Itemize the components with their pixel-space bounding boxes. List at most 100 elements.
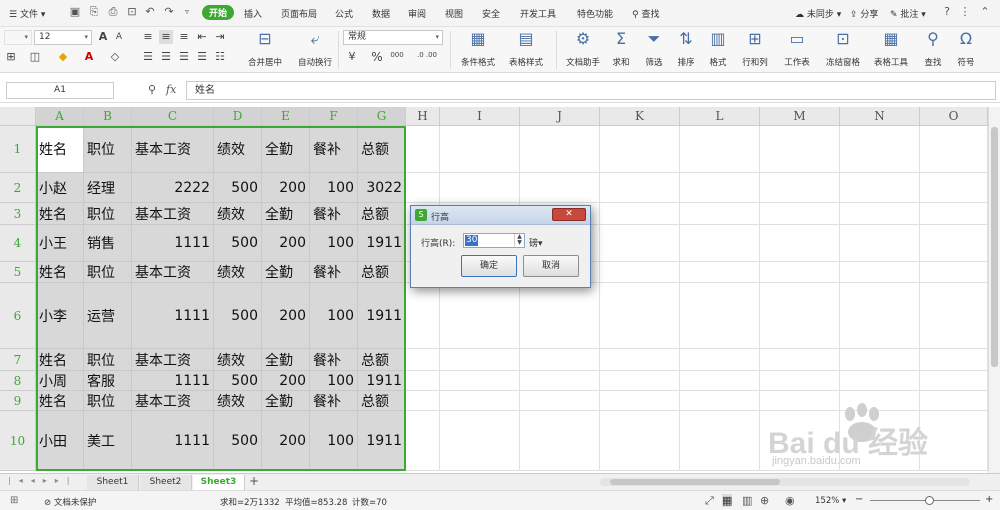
border-icon[interactable]: ⊞ <box>4 50 18 64</box>
column-header-o[interactable]: O <box>920 107 988 126</box>
cell-a7[interactable]: 姓名 <box>36 349 84 371</box>
cell-f7[interactable]: 餐补 <box>310 349 358 371</box>
print-icon[interactable]: ⎙ <box>106 5 120 19</box>
cell-f9[interactable]: 餐补 <box>310 391 358 411</box>
cell-f1[interactable]: 餐补 <box>310 126 358 173</box>
column-header-k[interactable]: K <box>600 107 680 126</box>
cell-c7[interactable]: 基本工资 <box>132 349 214 371</box>
cell-g7[interactable]: 总额 <box>358 349 406 371</box>
ok-button[interactable]: 确定 <box>461 255 517 277</box>
cell-c6[interactable]: 1111 <box>132 283 214 349</box>
cell-c5[interactable]: 基本工资 <box>132 262 214 283</box>
sync-status[interactable]: ☁ 未同步 ▾ <box>795 7 841 20</box>
cell-e5[interactable]: 全勤 <box>262 262 310 283</box>
font-size-select[interactable]: 12 ▾ <box>34 30 92 45</box>
sheet-tab-2[interactable]: Sheet2 <box>140 475 192 490</box>
symbol-button[interactable]: Ω 符号 <box>950 29 982 68</box>
protect-status[interactable]: ⊘ 文档未保护 <box>44 496 96 508</box>
select-all-corner[interactable] <box>0 107 36 126</box>
status-menu-icon[interactable]: ⊞ <box>10 495 18 506</box>
doc-assistant-button[interactable]: ⚙ 文档助手 <box>561 29 605 68</box>
column-header-j[interactable]: J <box>520 107 600 126</box>
comment-button[interactable]: ✎ 批注 ▾ <box>890 7 926 20</box>
sum-button[interactable]: Σ 求和 <box>606 29 636 68</box>
cell-a6[interactable]: 小李 <box>36 283 84 349</box>
cell-b5[interactable]: 职位 <box>84 262 132 283</box>
sheet-nav-arrows-icon[interactable]: |◂◂▸▸| <box>8 476 77 485</box>
column-header-f[interactable]: F <box>310 107 358 126</box>
scroll-thumb[interactable] <box>991 127 998 367</box>
cell-d6[interactable]: 500 <box>214 283 262 349</box>
vertical-scrollbar[interactable] <box>988 107 1000 473</box>
cell-b6[interactable]: 运营 <box>84 283 132 349</box>
cell-g3[interactable]: 总额 <box>358 203 406 225</box>
justify-icon[interactable]: ☰ <box>195 50 209 64</box>
cell-a9[interactable]: 姓名 <box>36 391 84 411</box>
cell-a2[interactable]: 小赵 <box>36 173 84 203</box>
tab-page-layout[interactable]: 页面布局 <box>281 7 317 20</box>
align-middle-icon[interactable]: ≡ <box>159 30 173 44</box>
redo-icon[interactable]: ↷ <box>162 5 176 19</box>
cell-e2[interactable]: 200 <box>262 173 310 203</box>
format-button[interactable]: ▥ 格式 <box>703 29 733 68</box>
zoom-formula-icon[interactable]: ⚲ <box>148 83 156 96</box>
cell-f6[interactable]: 100 <box>310 283 358 349</box>
row-header-4[interactable]: 4 <box>0 225 36 262</box>
cell-b4[interactable]: 销售 <box>84 225 132 262</box>
zoom-in-icon[interactable]: + <box>985 494 993 505</box>
cell-g6[interactable]: 1911 <box>358 283 406 349</box>
tab-view[interactable]: 视图 <box>445 7 463 20</box>
row-header-1[interactable]: 1 <box>0 126 36 173</box>
cell-f3[interactable]: 餐补 <box>310 203 358 225</box>
preview-icon[interactable]: ⊡ <box>125 5 139 19</box>
find-button[interactable]: ⚲ 查找 <box>918 29 948 68</box>
conditional-format-button[interactable]: ▦ 条件格式 <box>455 29 501 68</box>
cancel-button[interactable]: 取消 <box>523 255 579 277</box>
cell-b2[interactable]: 经理 <box>84 173 132 203</box>
close-icon[interactable]: ✕ <box>552 208 586 221</box>
cell-c8[interactable]: 1111 <box>132 371 214 391</box>
file-menu[interactable]: ☰ 文件 ▾ <box>9 7 45 20</box>
cell-g9[interactable]: 总额 <box>358 391 406 411</box>
table-tools-button[interactable]: ▦ 表格工具 <box>868 29 914 68</box>
undo-icon[interactable]: ↶ <box>143 5 157 19</box>
collapse-ribbon-icon[interactable]: ⌃ <box>978 5 992 19</box>
cell-f5[interactable]: 餐补 <box>310 262 358 283</box>
page-layout-view-icon[interactable]: ⊕ <box>760 494 769 507</box>
worksheet-button[interactable]: ▭ 工作表 <box>778 29 816 68</box>
more-icon[interactable]: ⋮ <box>958 5 972 19</box>
row-height-input[interactable]: 30 ▲ ▼ <box>463 233 525 248</box>
cell-b8[interactable]: 客服 <box>84 371 132 391</box>
sort-button[interactable]: ⇅ 排序 <box>671 29 701 68</box>
cell-a5[interactable]: 姓名 <box>36 262 84 283</box>
column-header-i[interactable]: I <box>440 107 520 126</box>
cell-e9[interactable]: 全勤 <box>262 391 310 411</box>
cell-c10[interactable]: 1111 <box>132 411 214 471</box>
cell-e1[interactable]: 全勤 <box>262 126 310 173</box>
sheet-tab-1[interactable]: Sheet1 <box>87 475 139 490</box>
cell-d1[interactable]: 绩效 <box>214 126 262 173</box>
align-top-icon[interactable]: ≡ <box>141 30 155 44</box>
cell-d3[interactable]: 绩效 <box>214 203 262 225</box>
cell-a8[interactable]: 小周 <box>36 371 84 391</box>
align-left-icon[interactable]: ☰ <box>141 50 155 64</box>
cell-b9[interactable]: 职位 <box>84 391 132 411</box>
column-header-c[interactable]: C <box>132 107 214 126</box>
normal-view-icon[interactable]: ▦ <box>722 494 733 507</box>
cell-d2[interactable]: 500 <box>214 173 262 203</box>
cell-e3[interactable]: 全勤 <box>262 203 310 225</box>
align-bottom-icon[interactable]: ≡ <box>177 30 191 44</box>
spinner-arrows-icon[interactable]: ▲ ▼ <box>514 234 524 247</box>
percent-button[interactable]: % <box>370 50 384 64</box>
shrink-font-icon[interactable]: A <box>112 30 126 44</box>
cell-b7[interactable]: 职位 <box>84 349 132 371</box>
row-header-10[interactable]: 10 <box>0 411 36 471</box>
font-color-icon[interactable]: A <box>82 50 96 64</box>
cell-a4[interactable]: 小王 <box>36 225 84 262</box>
number-format-select[interactable]: 常规 ▾ <box>343 30 443 45</box>
column-header-l[interactable]: L <box>680 107 760 126</box>
cell-g2[interactable]: 3022 <box>358 173 406 203</box>
column-header-n[interactable]: N <box>840 107 920 126</box>
cell-e8[interactable]: 200 <box>262 371 310 391</box>
row-header-3[interactable]: 3 <box>0 203 36 225</box>
